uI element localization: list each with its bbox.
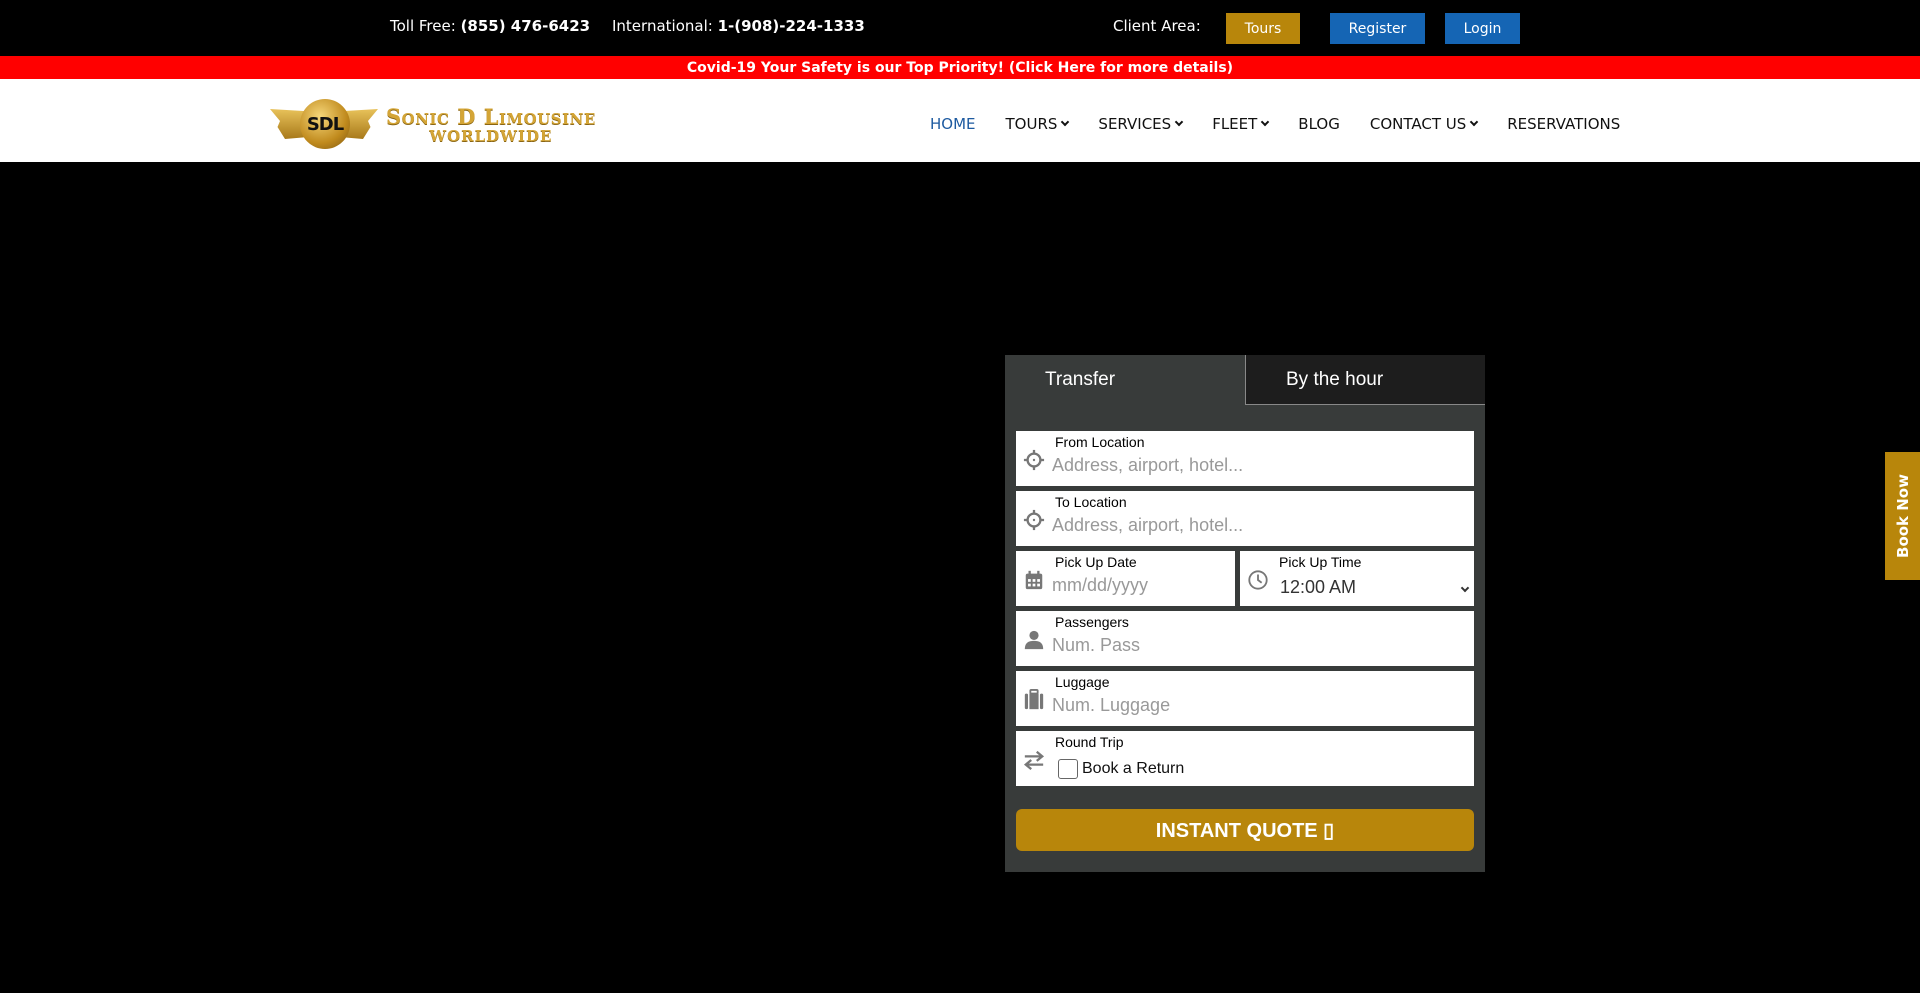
chevron-down-icon bbox=[1061, 117, 1070, 127]
exchange-icon bbox=[1023, 750, 1045, 771]
international: International: 1-(908)-224-1333 bbox=[612, 17, 865, 35]
nav-item-contact-us[interactable]: CONTACT US bbox=[1369, 115, 1479, 133]
date-time-row: Pick Up Date Pick Up Time 12:00 AM bbox=[1016, 551, 1474, 606]
clock-icon bbox=[1248, 570, 1268, 590]
suitcase-icon bbox=[1024, 689, 1044, 710]
luggage-field: Luggage bbox=[1016, 671, 1474, 726]
chevron-down-icon bbox=[1470, 117, 1479, 127]
from-location-field: From Location bbox=[1016, 431, 1474, 486]
calendar-icon bbox=[1025, 570, 1043, 590]
booking-fields: From Location To Location bbox=[1016, 431, 1474, 791]
to-location-input[interactable] bbox=[1052, 515, 1452, 536]
logo-text: Sonic D Limousine WORLDWIDE bbox=[386, 104, 596, 145]
luggage-input[interactable] bbox=[1052, 695, 1452, 716]
nav-label: HOME bbox=[930, 115, 976, 133]
covid-banner[interactable]: Covid-19 Your Safety is our Top Priority… bbox=[0, 56, 1920, 79]
site-header: SDL Sonic D Limousine WORLDWIDE HOME TOU… bbox=[0, 79, 1920, 162]
pickup-time-select[interactable]: 12:00 AM bbox=[1280, 577, 1356, 598]
logo-emblem: SDL bbox=[270, 97, 378, 151]
nav-label: FLEET bbox=[1212, 115, 1258, 133]
chevron-down-icon bbox=[1174, 117, 1184, 127]
nav-item-services[interactable]: SERVICES bbox=[1098, 115, 1184, 133]
main-nav: HOME TOURS SERVICES FLEET BLOG CONTACT U… bbox=[930, 115, 1620, 133]
tours-button[interactable]: Tours bbox=[1226, 13, 1300, 44]
chevron-down-icon bbox=[1460, 583, 1470, 593]
to-location-field: To Location bbox=[1016, 491, 1474, 546]
book-return-label: Book a Return bbox=[1082, 760, 1185, 777]
nav-item-fleet[interactable]: FLEET bbox=[1212, 115, 1270, 133]
instant-quote-button[interactable]: INSTANT QUOTE ▯ bbox=[1016, 809, 1474, 851]
logo-line-1: Sonic D Limousine bbox=[386, 103, 596, 129]
nav-item-blog[interactable]: BLOG bbox=[1298, 115, 1340, 133]
book-return-checkbox[interactable] bbox=[1058, 759, 1078, 779]
nav-label: BLOG bbox=[1298, 115, 1340, 133]
to-location-label: To Location bbox=[1055, 494, 1127, 510]
crosshair-icon bbox=[1023, 449, 1045, 471]
client-area-label: Client Area: bbox=[1113, 17, 1201, 35]
passengers-input[interactable] bbox=[1052, 635, 1452, 656]
login-button[interactable]: Login bbox=[1445, 13, 1520, 44]
booking-panel: Transfer By the hour From Location Addre… bbox=[1005, 355, 1485, 872]
round-trip-label: Round Trip bbox=[1055, 734, 1124, 750]
round-trip-field: Round Trip Book a Return bbox=[1016, 731, 1474, 786]
nav-item-tours[interactable]: TOURS bbox=[1005, 115, 1070, 133]
passengers-field: Passengers bbox=[1016, 611, 1474, 666]
passengers-label: Passengers bbox=[1055, 614, 1129, 630]
nav-item-home[interactable]: HOME bbox=[930, 115, 976, 133]
booking-tabs: Transfer By the hour bbox=[1005, 355, 1485, 405]
register-button[interactable]: Register bbox=[1330, 13, 1425, 44]
nav-label: TOURS bbox=[1005, 115, 1058, 133]
pickup-date-input[interactable] bbox=[1052, 575, 1222, 596]
top-bar: Toll Free: (855) 476-6423 International:… bbox=[0, 0, 1920, 56]
international-number[interactable]: 1-(908)-224-1333 bbox=[718, 17, 865, 35]
tab-by-the-hour[interactable]: By the hour bbox=[1245, 355, 1485, 405]
nav-label: SERVICES bbox=[1098, 115, 1172, 133]
toll-free-number[interactable]: (855) 476-6423 bbox=[461, 17, 591, 35]
from-location-label: From Location bbox=[1055, 434, 1145, 450]
tab-transfer[interactable]: Transfer bbox=[1005, 355, 1245, 405]
nav-item-reservations[interactable]: RESERVATIONS bbox=[1507, 115, 1620, 133]
nav-label: CONTACT US bbox=[1369, 115, 1467, 133]
logo-line-2: WORLDWIDE bbox=[429, 126, 553, 145]
pickup-date-label: Pick Up Date bbox=[1055, 554, 1137, 570]
logo[interactable]: SDL Sonic D Limousine WORLDWIDE bbox=[270, 97, 630, 151]
toll-free: Toll Free: (855) 476-6423 bbox=[390, 17, 590, 35]
user-icon bbox=[1024, 630, 1044, 650]
international-label: International: bbox=[612, 17, 713, 35]
book-now-tab[interactable]: Book Now bbox=[1885, 452, 1920, 580]
book-return-option[interactable]: Book a Return bbox=[1058, 759, 1184, 779]
chevron-down-icon bbox=[1261, 117, 1270, 127]
emblem-badge: SDL bbox=[300, 99, 350, 149]
pickup-date-field: Pick Up Date bbox=[1016, 551, 1235, 606]
nav-label: RESERVATIONS bbox=[1507, 115, 1621, 133]
toll-free-label: Toll Free: bbox=[390, 17, 456, 35]
book-now-label: Book Now bbox=[1893, 474, 1912, 558]
pickup-time-label: Pick Up Time bbox=[1279, 554, 1362, 570]
pickup-time-field[interactable]: Pick Up Time 12:00 AM bbox=[1240, 551, 1474, 606]
from-location-input[interactable] bbox=[1052, 455, 1452, 476]
luggage-label: Luggage bbox=[1055, 674, 1110, 690]
crosshair-icon bbox=[1023, 509, 1045, 531]
